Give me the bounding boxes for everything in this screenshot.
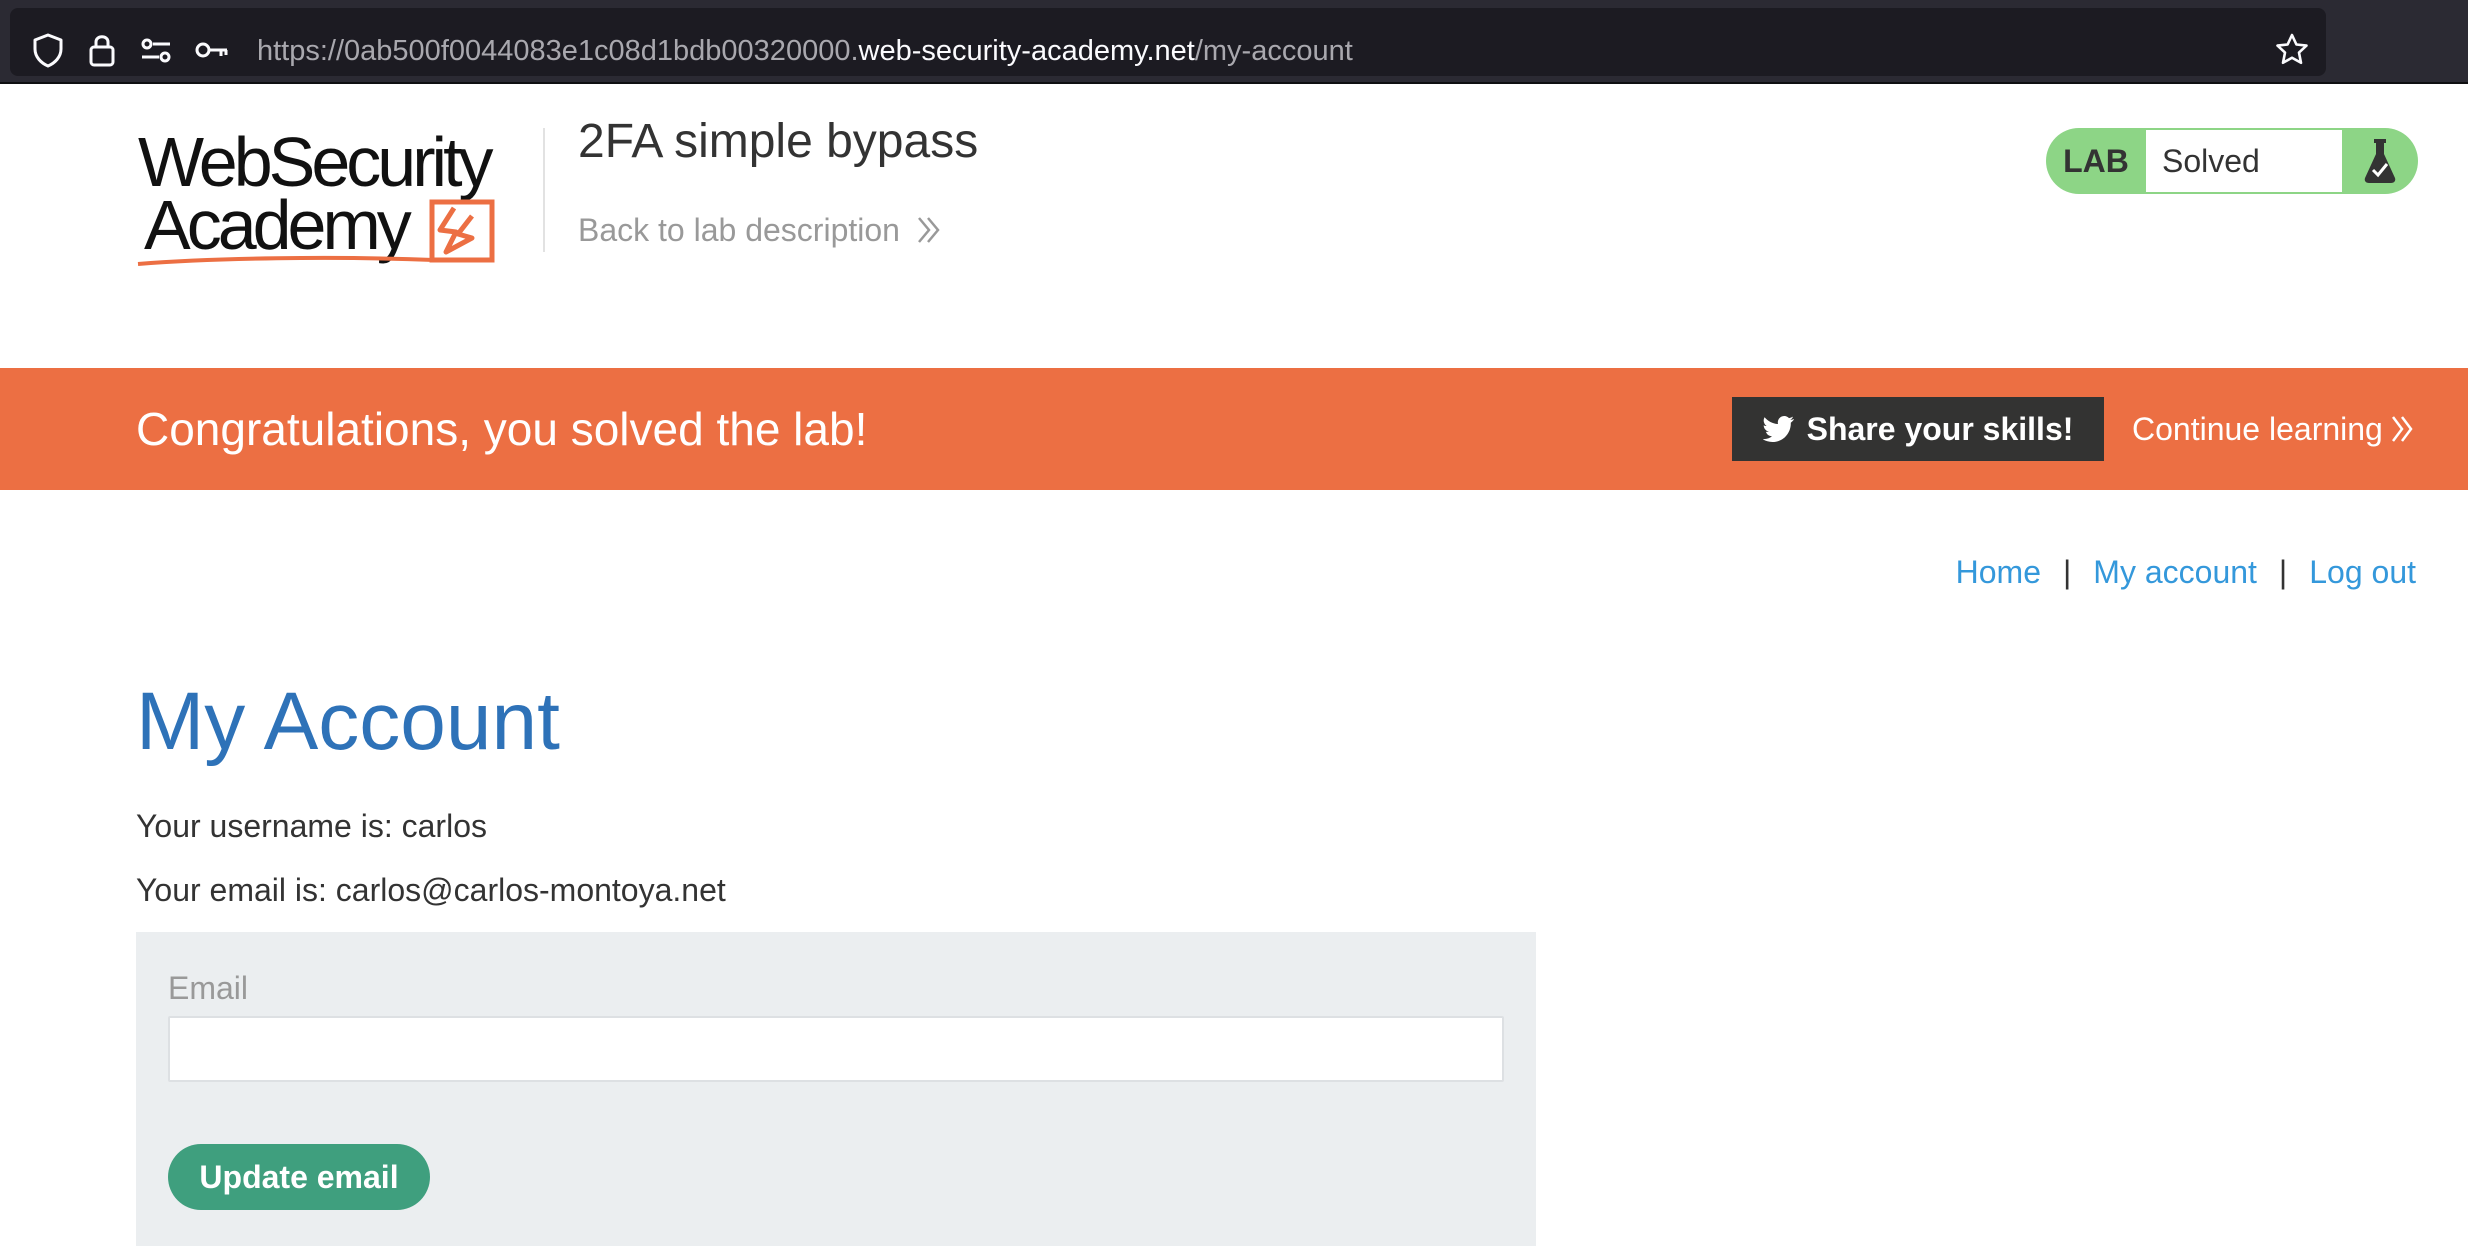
logo-line-2: Academy [144, 186, 412, 264]
share-skills-button[interactable]: Share your skills! [1732, 397, 2104, 461]
continue-learning-label: Continue learning [2132, 411, 2383, 447]
shield-icon[interactable] [28, 30, 68, 70]
email-label: Email [168, 970, 249, 1006]
top-navigation: Home | My account | Log out [1956, 550, 2416, 594]
email-text: Your email is: carlos@carlos-montoya.net [136, 872, 726, 908]
username-text: Your username is: carlos [136, 808, 487, 844]
nav-separator: | [2062, 554, 2072, 590]
web-security-academy-logo[interactable]: WebSecurity Academy [134, 123, 544, 270]
permissions-icon[interactable] [136, 30, 176, 70]
url-text[interactable]: https://0ab500f0044083e1c08d1bdb00320000… [257, 31, 1353, 71]
header-divider [543, 128, 545, 252]
nav-separator: | [2278, 554, 2288, 590]
browser-toolbar: https://0ab500f0044083e1c08d1bdb00320000… [0, 0, 2468, 84]
change-email-form: Email Update email [136, 932, 1536, 1246]
share-skills-label: Share your skills! [1806, 410, 2074, 447]
lab-title: 2FA simple bypass [578, 115, 979, 168]
update-email-button[interactable]: Update email [168, 1144, 430, 1210]
nav-home-link[interactable]: Home [1956, 550, 2041, 594]
lab-status-widget: LAB Solved [2046, 128, 2418, 194]
continue-learning-link[interactable]: Continue learning [2132, 406, 2415, 452]
double-chevron-right-icon [917, 217, 940, 243]
double-chevron-right-icon [2391, 416, 2413, 442]
flask-icon [2342, 128, 2418, 194]
nav-my-account-link[interactable]: My account [2093, 550, 2257, 594]
congratulations-message: Congratulations, you solved the lab! [136, 403, 868, 455]
nav-log-out-link[interactable]: Log out [2309, 550, 2416, 594]
lock-icon[interactable] [82, 30, 122, 70]
twitter-icon [1762, 416, 1794, 442]
key-icon[interactable] [192, 30, 232, 70]
bookmark-star-icon[interactable] [2272, 30, 2312, 70]
back-link-label: Back to lab description [578, 212, 900, 248]
page-title: My Account [136, 676, 560, 767]
solved-banner: Congratulations, you solved the lab! Sha… [0, 368, 2468, 490]
email-input[interactable] [168, 1016, 1504, 1082]
back-to-lab-description-link[interactable]: Back to lab description [578, 208, 942, 252]
lab-status-state: Solved [2146, 130, 2342, 192]
url-bar[interactable]: https://0ab500f0044083e1c08d1bdb00320000… [10, 8, 2326, 76]
lab-status-label: LAB [2063, 143, 2129, 179]
